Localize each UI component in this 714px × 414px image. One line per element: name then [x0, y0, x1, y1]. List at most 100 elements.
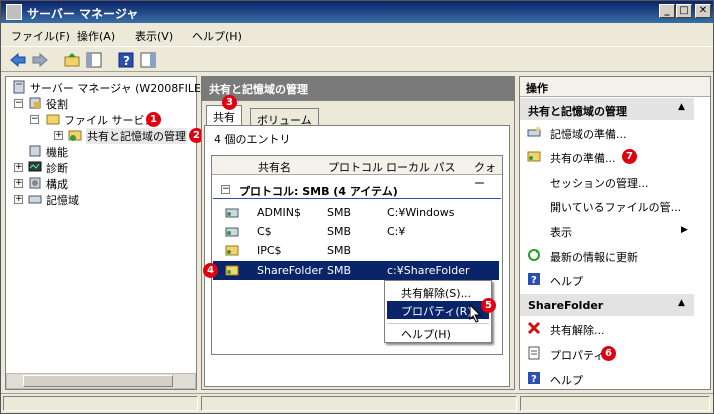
- context-help[interactable]: ヘルプ(H): [387, 323, 489, 341]
- window-title: サーバー マネージャ: [27, 7, 139, 21]
- close-button[interactable]: ✕: [695, 4, 711, 18]
- actions-section-share-storage[interactable]: 共有と記憶域の管理: [520, 98, 694, 120]
- forward-arrow-icon[interactable]: [31, 51, 49, 69]
- badge-4: 4: [203, 263, 218, 278]
- title-bar[interactable]: サーバー マネージャ _ □ ✕: [1, 1, 713, 23]
- submenu-arrow-icon: ▶: [681, 225, 688, 235]
- tree-item-diagnostics-label: 診断: [46, 162, 68, 175]
- unshare-x-icon: [527, 321, 541, 335]
- badge-6: 6: [601, 346, 616, 361]
- menu-bar: ファイル(F) 操作(A) 表示(V) ヘルプ(H): [1, 24, 713, 46]
- context-unshare[interactable]: 共有解除(S)...: [387, 283, 489, 301]
- action-manage-sessions[interactable]: セッションの管理...: [550, 175, 649, 191]
- badge-7: 7: [622, 149, 637, 164]
- share-icon: [225, 245, 239, 256]
- action-help[interactable]: ヘルプ: [550, 273, 583, 289]
- minimize-button[interactable]: _: [659, 4, 675, 18]
- storage-icon: [28, 195, 42, 204]
- server-manager-icon: [6, 4, 22, 20]
- tab-volumes[interactable]: ボリューム: [250, 108, 319, 127]
- badge-5: 5: [481, 298, 496, 313]
- status-panel-center: [201, 396, 517, 411]
- provision-share-icon: [527, 151, 541, 162]
- collapse-roles-icon[interactable]: −: [14, 99, 23, 108]
- tree-item-file-services-label: ファイル サービス: [64, 114, 156, 127]
- tree-horizontal-scrollbar[interactable]: [6, 373, 196, 389]
- svg-text:?: ?: [531, 374, 537, 385]
- expand-storage-icon[interactable]: +: [14, 195, 23, 204]
- status-panel-right: [520, 396, 710, 411]
- server-icon: [13, 80, 25, 94]
- tree-pane: サーバー マネージャ (W2008FILES − 役割 − ファイル サービス …: [5, 76, 208, 390]
- action-provision-share[interactable]: 共有の準備...: [550, 150, 616, 166]
- column-protocol[interactable]: プロトコル: [328, 159, 383, 175]
- tree-item-roles-label: 役割: [46, 98, 68, 111]
- expand-share-storage-icon[interactable]: +: [54, 131, 63, 140]
- action-refresh[interactable]: 最新の情報に更新: [550, 249, 638, 265]
- back-arrow-icon[interactable]: [9, 51, 27, 69]
- mouse-cursor-icon: [469, 304, 482, 323]
- diagnostics-icon: [28, 161, 42, 172]
- table-row[interactable]: ADMIN$ SMB C:¥Windows: [213, 203, 499, 222]
- table-row-selected[interactable]: ShareFolder SMB c:¥ShareFolder: [213, 261, 499, 280]
- provision-storage-icon: [527, 127, 541, 137]
- expand-configuration-icon[interactable]: +: [14, 179, 23, 188]
- tree-item-share-storage-label: 共有と記憶域の管理: [86, 128, 187, 144]
- refresh-icon: [528, 249, 540, 261]
- tree-scroll-thumb[interactable]: [23, 375, 173, 387]
- actions-header: 操作: [520, 77, 710, 97]
- collapse-file-services-icon[interactable]: −: [30, 115, 39, 124]
- menu-help[interactable]: ヘルプ(H): [192, 28, 242, 44]
- expand-diagnostics-icon[interactable]: +: [14, 163, 23, 172]
- action-unshare[interactable]: 共有解除...: [550, 322, 605, 338]
- collapse-group-icon[interactable]: −: [221, 185, 230, 194]
- server-manager-window: サーバー マネージャ _ □ ✕ ファイル(F) 操作(A) 表示(V) ヘルプ…: [0, 0, 714, 414]
- action-manage-open-files[interactable]: 開いているファイルの管...: [550, 199, 681, 215]
- features-icon: [29, 145, 41, 157]
- column-local-path[interactable]: ローカル パス: [386, 159, 456, 175]
- tree-item-storage-label: 記憶域: [46, 194, 79, 207]
- toolbar: ?: [1, 46, 713, 72]
- configuration-icon: [29, 177, 41, 189]
- entry-count: 4 個のエントリ: [214, 133, 291, 146]
- column-share-name[interactable]: 共有名: [258, 159, 291, 175]
- group-label: プロトコル: SMB (4 アイテム): [239, 185, 398, 198]
- tree-item-configuration-label: 構成: [46, 178, 68, 191]
- action-properties[interactable]: プロパティ: [550, 347, 604, 363]
- file-services-icon: [46, 114, 60, 125]
- collapse-section2-icon[interactable]: ▲: [678, 298, 685, 308]
- hidden-share-icon: [225, 227, 239, 237]
- status-panel-left: [3, 396, 198, 411]
- action-help-sharefolder[interactable]: ヘルプ: [550, 372, 583, 388]
- menu-view[interactable]: 表示(V): [135, 28, 173, 44]
- group-header[interactable]: − プロトコル: SMB (4 アイテム): [213, 181, 501, 199]
- badge-1: 1: [146, 112, 161, 127]
- properties-icon: [528, 346, 540, 360]
- badge-3: 3: [222, 95, 237, 110]
- status-bar: [1, 393, 713, 413]
- share-storage-icon: [68, 130, 82, 141]
- help-icon[interactable]: ?: [117, 51, 135, 69]
- table-row[interactable]: IPC$ SMB: [213, 241, 499, 260]
- table-row[interactable]: C$ SMB C:¥: [213, 222, 499, 241]
- actions-section-sharefolder[interactable]: ShareFolder: [520, 294, 694, 316]
- action-provision-storage[interactable]: 記憶域の準備...: [550, 126, 627, 142]
- hidden-share-icon: [225, 208, 239, 218]
- help-icon: ?: [528, 273, 540, 286]
- center-pane-header: 共有と記憶域の管理: [201, 76, 515, 100]
- roles-icon: [29, 97, 41, 109]
- menu-file[interactable]: ファイル(F): [11, 28, 70, 44]
- help-icon: ?: [528, 372, 540, 385]
- show-hide-tree-icon[interactable]: [85, 51, 103, 69]
- action-view[interactable]: 表示: [550, 224, 572, 240]
- svg-text:?: ?: [531, 275, 537, 286]
- show-hide-action-pane-icon[interactable]: [139, 51, 157, 69]
- tree-item-features-label: 機能: [46, 146, 68, 159]
- up-folder-icon[interactable]: [63, 51, 81, 69]
- maximize-button[interactable]: □: [676, 4, 692, 18]
- menu-action[interactable]: 操作(A): [77, 28, 115, 44]
- svg-text:?: ?: [123, 54, 130, 68]
- list-header: 共有名 プロトコル ローカル パス クォー: [212, 156, 502, 190]
- tree-root-label: サーバー マネージャ (W2008FILES: [30, 82, 208, 95]
- collapse-section1-icon[interactable]: ▲: [678, 102, 685, 112]
